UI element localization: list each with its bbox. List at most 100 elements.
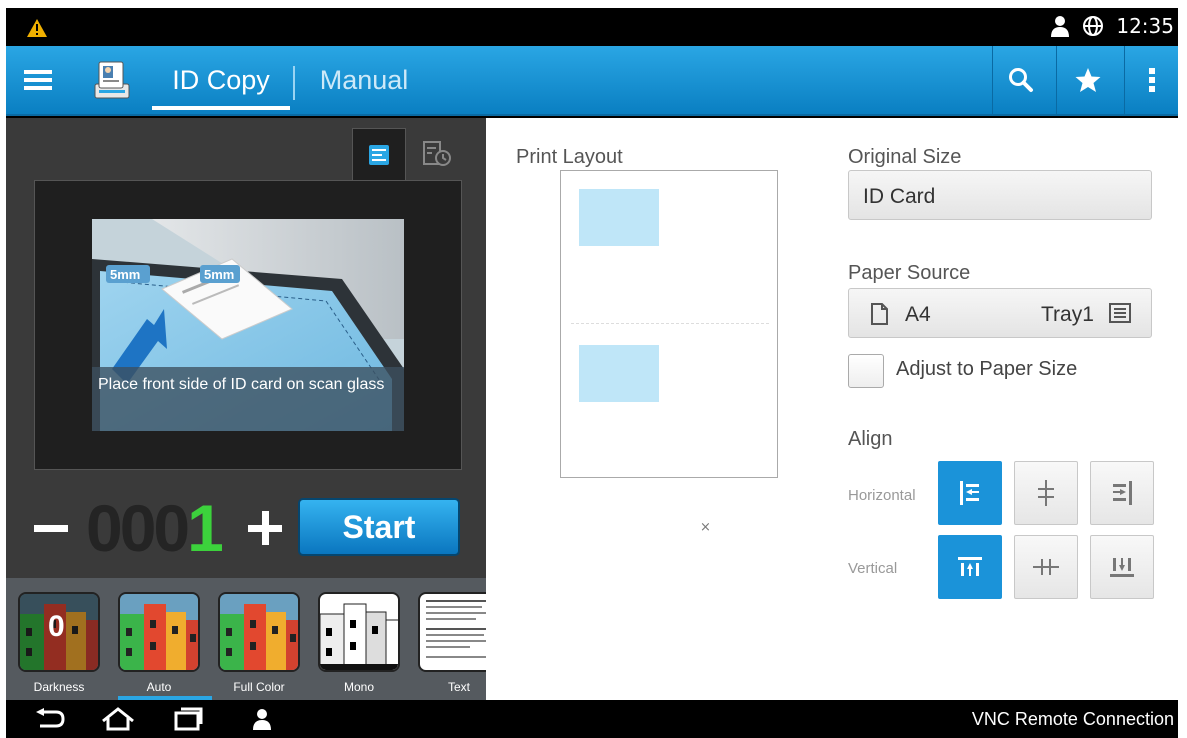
status-right: 12:35 <box>1050 14 1174 38</box>
mode-mono-label: Mono <box>343 680 375 694</box>
copy-counter: 0001 Start <box>6 490 486 566</box>
margin-label-left: 5mm <box>110 267 140 282</box>
align-top-button[interactable] <box>938 535 1002 599</box>
mode-auto-label: Auto <box>146 680 172 694</box>
mode-text[interactable]: Text <box>410 586 486 700</box>
settings-panel: Print Layout × Original Size ID Card Pap… <box>486 118 1178 700</box>
vertical-align-label: Vertical <box>848 560 898 577</box>
more-icon <box>1148 68 1155 92</box>
id-back-slot <box>579 345 659 402</box>
align-center-horizontal-icon <box>1038 480 1054 506</box>
recent-apps-button[interactable] <box>168 704 208 734</box>
align-left-icon <box>960 481 979 505</box>
back-icon <box>36 708 65 728</box>
action-bar: ID Copy Manual <box>6 46 1178 116</box>
mode-text-label: Text <box>447 680 470 694</box>
tray-value: Tray1 <box>1041 303 1094 326</box>
paper-source-selector[interactable]: A4 Tray1 <box>848 288 1152 338</box>
home-icon <box>102 707 134 731</box>
paper-size-value: A4 <box>905 303 931 326</box>
mode-darkness[interactable]: 0 Darkness <box>10 586 108 700</box>
auto-thumbnail <box>118 592 200 672</box>
navigation-bar: VNC Remote Connection <box>6 700 1178 738</box>
darkness-thumbnail: 0 <box>18 592 100 672</box>
tab-divider <box>293 66 295 100</box>
decrease-copies-button[interactable] <box>28 500 78 556</box>
status-bar: 12:35 <box>6 8 1178 46</box>
full-color-thumbnail <box>218 592 300 672</box>
page-fold-line <box>571 323 769 324</box>
scan-instruction: Place front side of ID card on scan glas… <box>92 367 404 431</box>
darkness-value: 0 <box>48 610 65 643</box>
menu-button[interactable] <box>6 46 70 114</box>
mode-darkness-label: Darkness <box>33 680 85 694</box>
back-button[interactable] <box>30 704 70 734</box>
left-panel: 5mm 5mm Place front side of ID card on s… <box>6 118 486 700</box>
align-bottom-button[interactable] <box>1090 535 1154 599</box>
mono-thumbnail <box>318 592 400 672</box>
paper-source-label: Paper Source <box>848 262 971 284</box>
mode-full-color-label: Full Color <box>233 680 285 694</box>
image-preview-icon <box>369 144 389 165</box>
scan-preview-area: 5mm 5mm Place front side of ID card on s… <box>34 180 462 470</box>
preview-tab[interactable] <box>352 128 406 180</box>
tablet-screen: 12:35 ID Copy Manual 5mm 5mm Place front… <box>6 8 1178 738</box>
tab-manual[interactable]: Manual <box>304 46 424 114</box>
align-center-horizontal-button[interactable] <box>1014 461 1078 525</box>
search-icon <box>1008 68 1033 92</box>
align-top-icon <box>958 557 982 576</box>
text-thumbnail <box>418 592 486 672</box>
id-copy-app-icon <box>86 46 136 114</box>
align-left-button[interactable] <box>938 461 1002 525</box>
tab-manual-label: Manual <box>319 64 409 95</box>
align-right-button[interactable] <box>1090 461 1154 525</box>
mode-auto[interactable]: Auto <box>110 586 212 700</box>
copy-count-value: 1 <box>187 491 224 565</box>
mode-full-color[interactable]: Full Color <box>210 586 308 700</box>
increase-copies-button[interactable] <box>240 500 290 556</box>
clock: 12:35 <box>1116 14 1174 38</box>
print-layout-preview <box>560 170 778 478</box>
align-middle-vertical-icon <box>1033 559 1059 575</box>
warning-icon <box>27 19 47 37</box>
copy-count-leading-zeros: 000 <box>86 491 190 565</box>
margin-label-top: 5mm <box>204 267 234 282</box>
color-mode-strip: 0 Darkness Auto Full Color Mono Text <box>6 578 486 700</box>
tab-id-copy-label: ID Copy <box>172 64 270 95</box>
favorite-button[interactable] <box>1056 46 1118 114</box>
recent-apps-icon <box>174 707 203 731</box>
tray-icon <box>1109 303 1131 323</box>
original-size-selector[interactable]: ID Card <box>848 170 1152 220</box>
scan-glass-illustration: 5mm 5mm Place front side of ID card on s… <box>92 219 404 431</box>
active-tab-indicator <box>152 106 290 110</box>
globe-icon <box>1083 16 1104 36</box>
adjust-to-paper-size-label: Adjust to Paper Size <box>896 358 1078 380</box>
person-icon <box>1051 16 1070 37</box>
star-icon <box>1075 68 1100 92</box>
adjust-to-paper-size-checkbox[interactable] <box>848 354 884 388</box>
user-button[interactable] <box>242 704 282 734</box>
align-right-icon <box>1113 481 1132 505</box>
job-history-tab[interactable] <box>410 128 464 180</box>
vnc-connection-label: VNC Remote Connection <box>971 709 1174 729</box>
more-options-button[interactable] <box>1124 46 1178 114</box>
mode-mono[interactable]: Mono <box>310 586 408 700</box>
id-front-slot <box>579 189 659 246</box>
search-button[interactable] <box>992 46 1048 114</box>
align-bottom-icon <box>1110 558 1134 577</box>
start-button[interactable]: Start <box>298 498 460 556</box>
align-middle-vertical-button[interactable] <box>1014 535 1078 599</box>
menu-icon <box>24 70 52 90</box>
home-button[interactable] <box>98 704 138 734</box>
document-clock-icon <box>423 141 451 166</box>
copy-count-display[interactable]: 0001 <box>86 490 236 566</box>
page-indicator: × <box>700 520 711 535</box>
tab-id-copy[interactable]: ID Copy <box>152 46 290 114</box>
horizontal-align-label: Horizontal <box>848 487 916 504</box>
paper-icon <box>871 303 888 325</box>
print-layout-label: Print Layout <box>516 146 623 168</box>
person-icon <box>253 709 271 730</box>
align-label: Align <box>848 428 893 450</box>
original-size-value: ID Card <box>863 185 936 208</box>
original-size-label: Original Size <box>848 146 962 168</box>
